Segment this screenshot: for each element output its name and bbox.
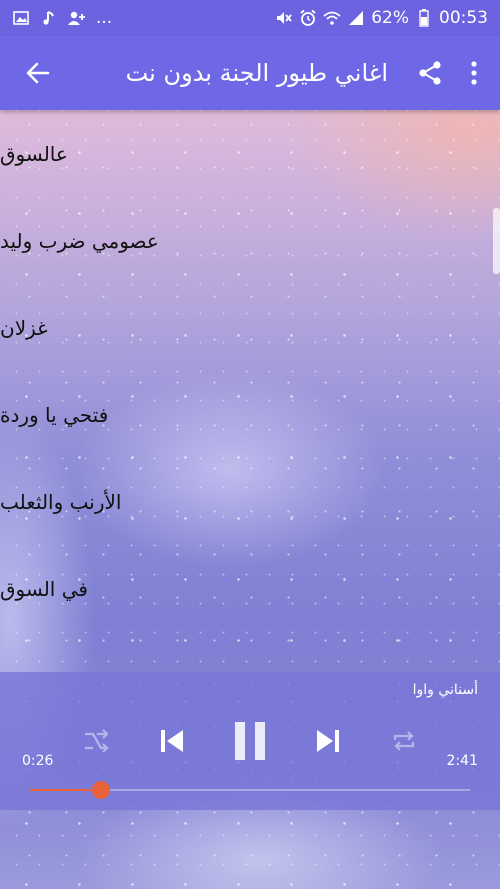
status-overflow: ... — [96, 8, 113, 28]
elapsed-time: 0:26 — [22, 753, 54, 769]
now-playing-title: أسناني واوا — [412, 682, 478, 698]
image-icon — [12, 9, 30, 27]
song-item[interactable]: عالسوق — [0, 110, 500, 197]
song-item[interactable]: عصومي ضرب وليد — [0, 197, 500, 284]
pause-button[interactable] — [225, 716, 275, 766]
wifi-icon — [323, 9, 341, 27]
page-title: اغاني طيور الجنة بدون نت — [125, 59, 388, 87]
song-title: فتحي يا وردة — [0, 402, 109, 427]
repeat-icon — [393, 731, 415, 751]
status-time: 00:53 — [439, 8, 488, 28]
share-button[interactable] — [408, 45, 452, 101]
repeat-button[interactable] — [386, 716, 422, 766]
song-item[interactable]: غزلان — [0, 284, 500, 371]
song-title: في السوق — [0, 576, 88, 601]
song-list: عالسوق عصومي ضرب وليد غزلان فتحي يا وردة… — [0, 110, 500, 632]
back-button[interactable] — [10, 45, 66, 101]
pause-icon — [235, 722, 265, 760]
battery-icon — [415, 9, 433, 27]
status-bar: ... 62% 00:53 — [0, 0, 500, 36]
share-icon — [419, 61, 441, 85]
battery-percent: 62% — [371, 8, 409, 28]
seek-bar[interactable] — [30, 781, 470, 799]
song-title: الأرنب والثعلب — [0, 489, 122, 514]
song-title: عالسوق — [0, 141, 68, 166]
next-icon — [317, 730, 339, 752]
overflow-menu-button[interactable] — [452, 45, 496, 101]
seek-progress — [30, 789, 101, 791]
song-item[interactable]: الأرنب والثعلب — [0, 458, 500, 545]
song-item[interactable]: فتحي يا وردة — [0, 371, 500, 458]
mute-icon — [275, 9, 293, 27]
total-duration: 2:41 — [446, 753, 478, 769]
shuffle-icon — [85, 729, 109, 753]
music-player: أسناني واوا 0:26 2:41 — [0, 672, 500, 810]
arrow-left-icon — [26, 62, 50, 84]
previous-icon — [161, 730, 183, 752]
alarm-icon — [299, 9, 317, 27]
next-button[interactable] — [308, 716, 348, 766]
scrollbar-thumb[interactable] — [493, 208, 500, 274]
add-contact-icon — [68, 9, 86, 27]
shuffle-button[interactable] — [78, 716, 114, 766]
music-note-icon — [40, 9, 58, 27]
song-title: غزلان — [0, 315, 48, 340]
app-bar: اغاني طيور الجنة بدون نت — [0, 36, 500, 110]
signal-icon — [347, 9, 365, 27]
song-title: عصومي ضرب وليد — [0, 228, 159, 253]
song-item[interactable]: في السوق — [0, 545, 500, 632]
seek-thumb[interactable] — [91, 781, 110, 799]
more-vert-icon — [471, 61, 477, 85]
previous-button[interactable] — [152, 716, 192, 766]
